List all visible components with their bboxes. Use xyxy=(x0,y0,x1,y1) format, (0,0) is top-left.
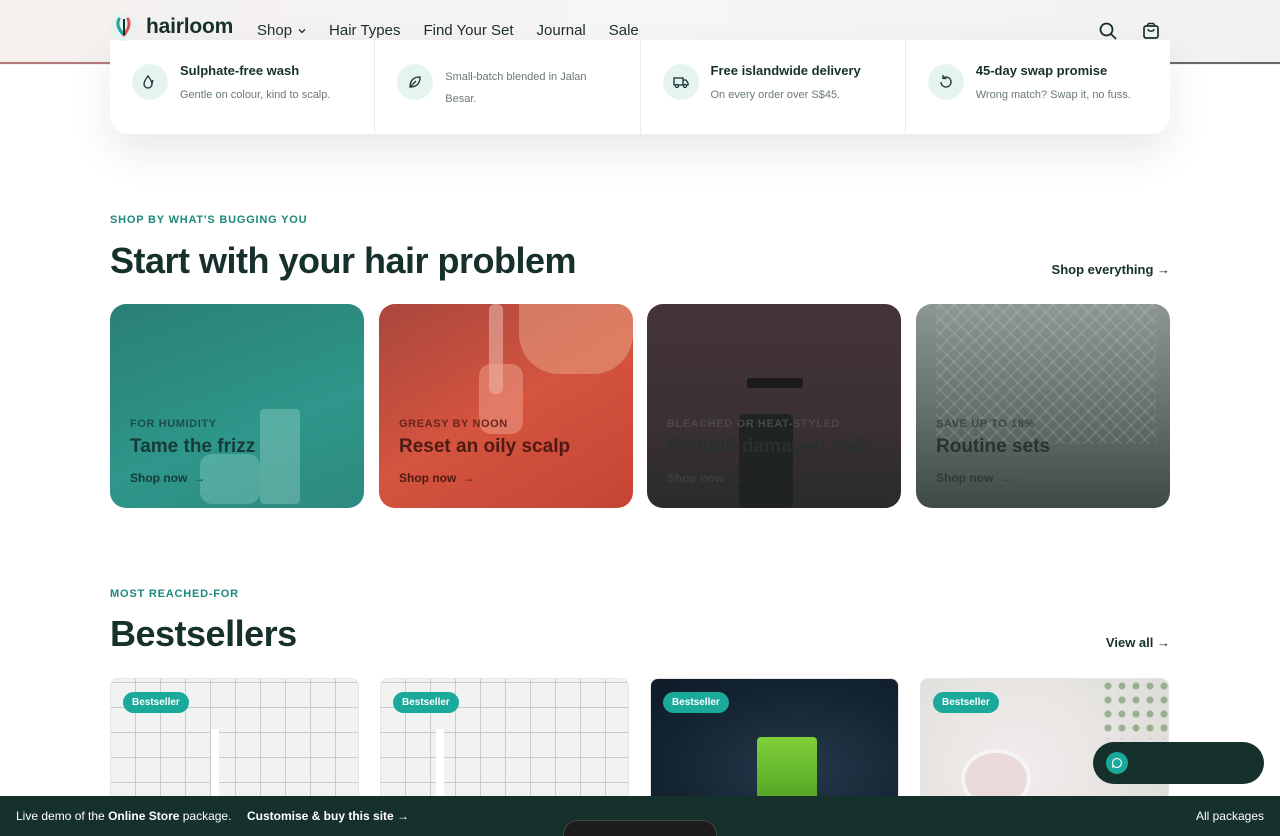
search-icon[interactable] xyxy=(1098,21,1118,41)
logo-icon xyxy=(110,13,138,41)
nav-item-hair-types[interactable]: Hair Types xyxy=(329,22,400,39)
customise-buy-link[interactable]: Customise & buy this site → xyxy=(247,809,409,823)
nav-item-label: Shop xyxy=(257,22,293,39)
arrow-right-icon: → xyxy=(730,471,743,485)
package-name: Online Store xyxy=(108,809,180,823)
problem-card-frizz[interactable]: FOR HUMIDITY Tame the frizz Shop now → xyxy=(110,304,364,508)
nav-item-journal[interactable]: Journal xyxy=(537,22,586,39)
view-all-link[interactable]: View all → xyxy=(1106,635,1170,650)
logo[interactable]: hairloom xyxy=(110,13,233,41)
feature-text: Gentle on colour, kind to scalp. xyxy=(180,89,331,101)
product-card[interactable]: Bestseller xyxy=(650,678,899,808)
shop-now-link[interactable]: Shop now → xyxy=(399,471,474,485)
nav-item-sale[interactable]: Sale xyxy=(609,22,639,39)
product-image xyxy=(1101,679,1168,739)
main-nav: Shop Hair Types Find Your Set Journal Sa… xyxy=(257,22,662,39)
product-card[interactable]: Bestseller xyxy=(380,678,629,808)
refresh-icon xyxy=(927,64,964,100)
nav-item-label: Find Your Set xyxy=(423,22,514,39)
backdrop-line xyxy=(1160,62,1280,64)
card-title: Routine sets xyxy=(936,436,1051,457)
card-overline: FOR HUMIDITY xyxy=(130,418,217,430)
demo-notice: Live demo of the Online Store package. xyxy=(16,809,231,823)
problem-card-oily[interactable]: GREASY BY NOON Reset an oily scalp Shop … xyxy=(379,304,633,508)
arrow-right-icon: → xyxy=(999,471,1012,485)
product-image xyxy=(260,409,300,504)
feature-title: Free islandwide delivery xyxy=(710,63,861,78)
chat-widget[interactable] xyxy=(1093,742,1264,784)
shop-everything-link[interactable]: Shop everything → xyxy=(1052,262,1170,277)
nav-item-shop[interactable]: Shop xyxy=(257,22,306,39)
shop-now-link[interactable]: Shop now → xyxy=(667,471,742,485)
chat-icon xyxy=(1106,752,1128,774)
site-header: hairloom Shop Hair Types Find Your Set J… xyxy=(0,0,1280,62)
bestseller-badge: Bestseller xyxy=(123,692,189,713)
cta-label: Shop now xyxy=(936,471,994,485)
card-title: Rebuild damaged ends xyxy=(667,436,875,457)
pump-image xyxy=(747,378,803,388)
cta-label: Shop now xyxy=(130,471,188,485)
feature-text: On every order over S$45. xyxy=(710,89,841,101)
all-packages-link[interactable]: All packages xyxy=(1196,809,1264,823)
feature-text: Small-batch blended in Jalan Besar. xyxy=(445,71,587,105)
card-overline: SAVE UP TO 18% xyxy=(936,418,1035,430)
card-title: Tame the frizz xyxy=(130,436,256,457)
shop-now-link[interactable]: Shop now → xyxy=(130,471,205,485)
toolbar-pill[interactable] xyxy=(563,820,717,836)
nav-item-label: Sale xyxy=(608,22,639,39)
section-title: Bestsellers xyxy=(110,613,297,654)
bag-icon[interactable] xyxy=(1141,21,1161,41)
truck-icon xyxy=(662,64,699,100)
hand-image xyxy=(519,304,633,374)
card-title: Reset an oily scalp xyxy=(399,436,571,457)
bestseller-badge: Bestseller xyxy=(393,692,459,713)
bestseller-badge: Bestseller xyxy=(933,692,999,713)
problem-card-damaged[interactable]: BLEACHED OR HEAT-STYLED Rebuild damaged … xyxy=(647,304,901,508)
arrow-right-icon: → xyxy=(193,471,206,485)
demo-prefix: Live demo of the xyxy=(16,809,109,823)
product-image xyxy=(200,454,260,504)
droplet-icon xyxy=(132,64,168,100)
feature-title: 45-day swap promise xyxy=(975,63,1108,78)
card-overline: BLEACHED OR HEAT-STYLED xyxy=(667,418,841,430)
leaf-icon xyxy=(397,64,434,100)
demo-bar: Live demo of the Online Store package. C… xyxy=(0,796,1280,836)
section-eyebrow: MOST REACHED-FOR xyxy=(110,588,239,600)
card-overline: GREASY BY NOON xyxy=(399,418,508,430)
logo-text: hairloom xyxy=(146,15,234,38)
bestseller-badge: Bestseller xyxy=(663,692,729,713)
nav-item-label: Hair Types xyxy=(329,22,401,39)
section-title: Start with your hair problem xyxy=(110,240,577,281)
demo-suffix: package. xyxy=(179,809,232,823)
cta-label: Shop now xyxy=(667,471,725,485)
shop-now-link[interactable]: Shop now → xyxy=(936,471,1011,485)
chevron-down-icon xyxy=(298,28,306,33)
product-card[interactable]: Bestseller xyxy=(110,678,359,808)
arrow-right-icon: → xyxy=(462,471,475,485)
feature-title: Sulphate-free wash xyxy=(180,63,300,78)
backdrop-line xyxy=(0,62,120,64)
nav-item-label: Journal xyxy=(536,22,586,39)
nav-item-find-your-set[interactable]: Find Your Set xyxy=(423,22,513,39)
cta-label: Shop now xyxy=(399,471,457,485)
problem-card-routine-sets[interactable]: SAVE UP TO 18% Routine sets Shop now → xyxy=(916,304,1170,508)
feature-text: Wrong match? Swap it, no fuss. xyxy=(975,89,1131,101)
section-eyebrow: SHOP BY WHAT'S BUGGING YOU xyxy=(110,214,308,226)
